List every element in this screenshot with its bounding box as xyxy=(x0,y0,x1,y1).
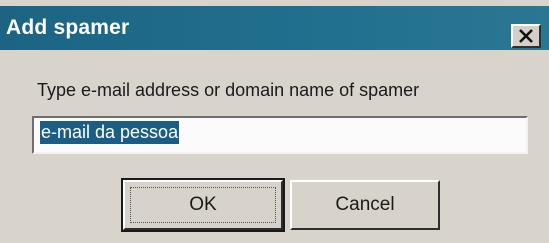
add-spamer-dialog: Add spamer Type e-mail address or domain… xyxy=(0,0,549,243)
window-title: Add spamer xyxy=(6,16,130,39)
close-button[interactable] xyxy=(511,24,541,48)
cancel-button-label: Cancel xyxy=(335,194,395,215)
prompt-label: Type e-mail address or domain name of sp… xyxy=(37,80,420,100)
cancel-button[interactable]: Cancel xyxy=(290,180,440,230)
close-icon xyxy=(519,29,533,43)
email-input[interactable]: e-mail da pessoa xyxy=(32,116,528,154)
ok-button[interactable]: OK xyxy=(121,178,285,232)
email-input-selected-text[interactable]: e-mail da pessoa xyxy=(40,121,180,144)
title-bar: Add spamer xyxy=(0,6,549,50)
ok-button-label: OK xyxy=(189,194,217,215)
